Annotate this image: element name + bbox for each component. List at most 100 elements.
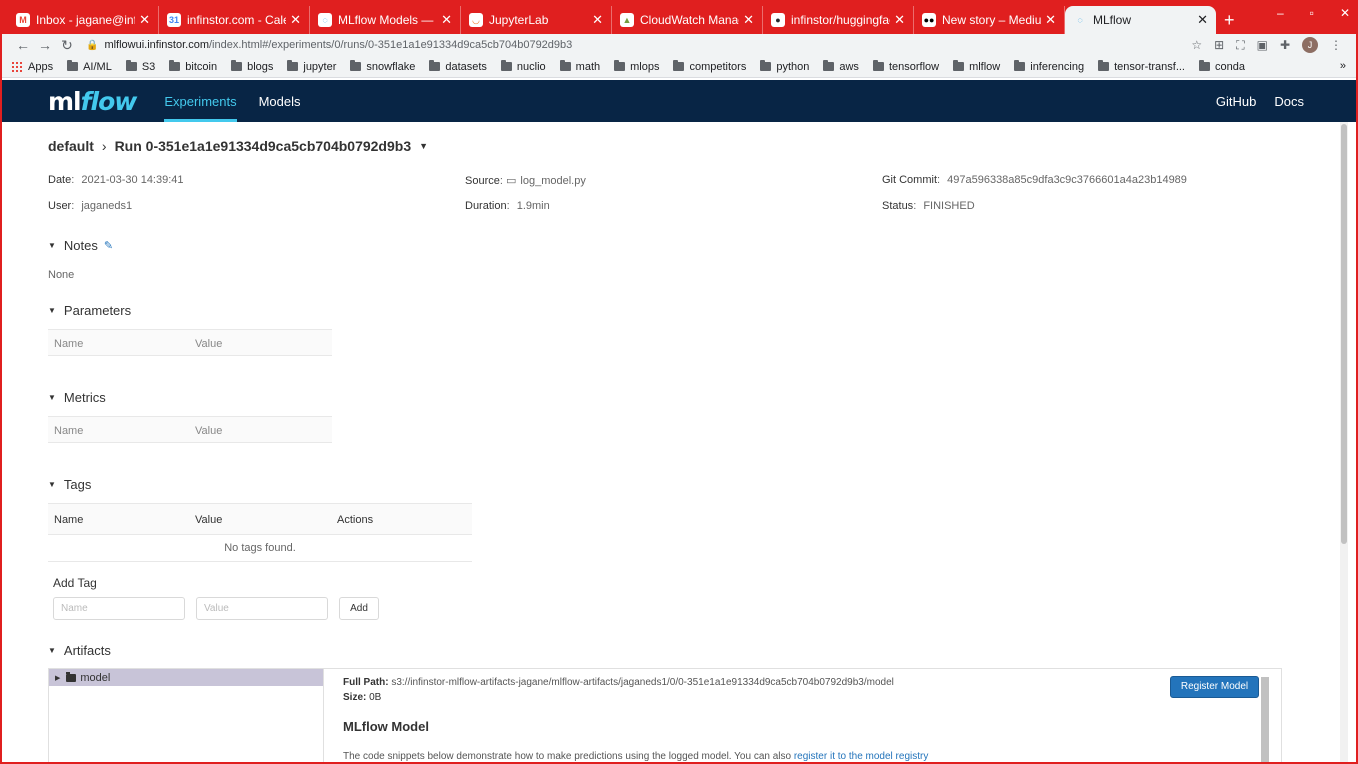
bookmark-folder[interactable]: snowflake xyxy=(350,60,415,73)
bookmark-folder[interactable]: aws xyxy=(823,60,859,73)
bookmark-folder[interactable]: jupyter xyxy=(287,60,337,73)
window-controls: – ▫ ✕ xyxy=(1277,6,1350,20)
artifact-tree-item[interactable]: ▶ model xyxy=(49,669,323,686)
tag-name-input[interactable]: Name xyxy=(53,597,185,620)
meta-duration: Duration: 1.9min xyxy=(465,200,550,212)
browser-tab[interactable]: ● infinstor/huggingface ✕ xyxy=(763,6,914,34)
bookmark-label: jupyter xyxy=(303,60,337,73)
parameters-section-header[interactable]: ▼ Parameters xyxy=(48,303,131,318)
page-scrollbar[interactable] xyxy=(1340,122,1348,762)
add-tag-button[interactable]: Add xyxy=(339,597,379,620)
close-tab-icon[interactable]: ✕ xyxy=(743,12,754,28)
menu-icon[interactable]: ⋮ xyxy=(1330,38,1342,52)
scrollbar-thumb[interactable] xyxy=(1341,124,1347,544)
artifact-view: Full Path: s3://infinstor-mlflow-artifac… xyxy=(333,669,1269,762)
screenshot-icon[interactable]: ⛶ xyxy=(1236,38,1244,53)
bookmark-folder[interactable]: mlops xyxy=(614,60,659,73)
register-model-button[interactable]: Register Model xyxy=(1170,676,1259,698)
nav-models[interactable]: Models xyxy=(259,80,301,122)
bookmark-folder[interactable]: tensorflow xyxy=(872,60,939,73)
close-tab-icon[interactable]: ✕ xyxy=(139,12,150,28)
folder-icon xyxy=(231,60,243,71)
back-icon[interactable]: ← xyxy=(12,37,34,53)
bookmark-folder[interactable]: datasets xyxy=(429,60,487,73)
parameters-table: Name Value xyxy=(48,329,332,356)
register-model-link[interactable]: register it to the model registry xyxy=(794,751,929,762)
tab-strip: M Inbox - jagane@infinst ✕ 31 infinstor.com … xyxy=(2,0,1356,34)
reload-icon[interactable]: ↻ xyxy=(56,37,78,54)
close-tab-icon[interactable]: ✕ xyxy=(441,12,452,28)
header-right-links: GitHub Docs xyxy=(1216,80,1304,122)
close-tab-icon[interactable]: ✕ xyxy=(894,12,905,28)
notes-section-header[interactable]: ▼ Notes ✎ xyxy=(48,238,113,253)
tags-table: Name Value Actions No tags found. xyxy=(48,503,472,562)
artifacts-section-header[interactable]: ▼ Artifacts xyxy=(48,643,111,658)
close-tab-icon[interactable]: ✕ xyxy=(1197,12,1208,28)
bookmark-folder[interactable]: math xyxy=(559,60,600,73)
bookmark-folder[interactable]: bitcoin xyxy=(169,60,217,73)
link-docs[interactable]: Docs xyxy=(1274,94,1304,109)
tab-title: CloudWatch Management xyxy=(640,13,739,27)
column-header[interactable]: Name xyxy=(54,338,83,350)
mlflow-logo[interactable]: mlflow xyxy=(48,87,137,116)
bookmark-folder[interactable]: AI/ML xyxy=(67,60,112,73)
tab-title: New story – Medium xyxy=(942,13,1042,27)
bookmark-folder[interactable]: inferencing xyxy=(1014,60,1084,73)
calendar-icon: 31 xyxy=(167,13,181,27)
collapse-triangle-icon: ▼ xyxy=(48,306,56,315)
bookmark-folder[interactable]: mlflow xyxy=(953,60,1000,73)
browser-tab[interactable]: ◡ JupyterLab ✕ xyxy=(461,6,612,34)
column-header[interactable]: Value xyxy=(195,425,222,437)
collapse-triangle-icon: ▼ xyxy=(48,241,56,250)
link-github[interactable]: GitHub xyxy=(1216,94,1256,109)
bookmarks-more-icon[interactable]: » xyxy=(1340,60,1346,72)
bookmark-folder[interactable]: nuclio xyxy=(500,60,546,73)
meta-status: Status: FINISHED xyxy=(882,200,975,212)
browser-tab[interactable]: ◌ MLflow ✕ xyxy=(1065,6,1216,34)
folder-icon xyxy=(823,60,835,71)
meta-source: Source: ▭ log_model.py xyxy=(465,175,586,187)
bookmark-star-icon[interactable]: ☆ xyxy=(1191,38,1202,52)
experiment-link[interactable]: default xyxy=(48,138,94,154)
browser-tab[interactable]: 31 infinstor.com - Calendar ✕ xyxy=(159,6,310,34)
close-tab-icon[interactable]: ✕ xyxy=(290,12,301,28)
tags-section-header[interactable]: ▼ Tags xyxy=(48,477,91,492)
expand-triangle-icon[interactable]: ▶ xyxy=(55,674,60,682)
metrics-table: Name Value xyxy=(48,416,332,443)
bookmark-folder[interactable]: conda xyxy=(1199,60,1245,73)
edit-icon[interactable]: ✎ xyxy=(104,239,113,252)
bookmark-folder[interactable]: python xyxy=(760,60,809,73)
bookmark-folder[interactable]: S3 xyxy=(125,60,155,73)
bookmark-folder[interactable]: blogs xyxy=(231,60,273,73)
metrics-section-header[interactable]: ▼ Metrics xyxy=(48,390,106,405)
browser-tab[interactable]: ◌ MLflow Models — MLflow ✕ xyxy=(310,6,461,34)
extension-icon[interactable]: ⊞ xyxy=(1214,38,1224,52)
bookmark-apps[interactable]: Apps xyxy=(12,61,53,73)
column-header[interactable]: Name xyxy=(54,425,83,437)
browser-tab[interactable]: M Inbox - jagane@infinst ✕ xyxy=(8,6,159,34)
bookmark-folder[interactable]: competitors xyxy=(673,60,747,73)
nav-experiments[interactable]: Experiments xyxy=(164,80,237,122)
artifact-scrollbar[interactable] xyxy=(1261,677,1269,762)
extension-2-icon[interactable]: ▣ xyxy=(1257,38,1268,52)
minimize-icon[interactable]: – xyxy=(1277,6,1284,20)
close-window-icon[interactable]: ✕ xyxy=(1340,6,1350,20)
column-header[interactable]: Value xyxy=(195,338,222,350)
address-bar[interactable]: 🔒 mlflowui.infinstor.com/index.html#/exp… xyxy=(86,35,1191,55)
notes-value: None xyxy=(48,269,75,281)
bookmark-label: competitors xyxy=(689,60,747,73)
empty-tags-message: No tags found. xyxy=(48,535,472,562)
close-tab-icon[interactable]: ✕ xyxy=(1045,12,1056,28)
browser-tab[interactable]: ●● New story – Medium ✕ xyxy=(914,6,1065,34)
close-tab-icon[interactable]: ✕ xyxy=(592,12,603,28)
profile-avatar[interactable]: J xyxy=(1302,37,1318,53)
new-tab-button[interactable]: + xyxy=(1224,6,1235,34)
caret-down-icon[interactable]: ▼ xyxy=(419,141,428,151)
puzzle-icon[interactable]: ✚ xyxy=(1280,38,1290,52)
forward-icon[interactable]: → xyxy=(34,37,56,53)
tag-value-input[interactable]: Value xyxy=(196,597,328,620)
maximize-icon[interactable]: ▫ xyxy=(1310,6,1314,20)
folder-icon xyxy=(872,60,884,71)
browser-tab[interactable]: ▲ CloudWatch Management ✕ xyxy=(612,6,763,34)
bookmark-folder[interactable]: tensor-transf... xyxy=(1098,60,1185,73)
